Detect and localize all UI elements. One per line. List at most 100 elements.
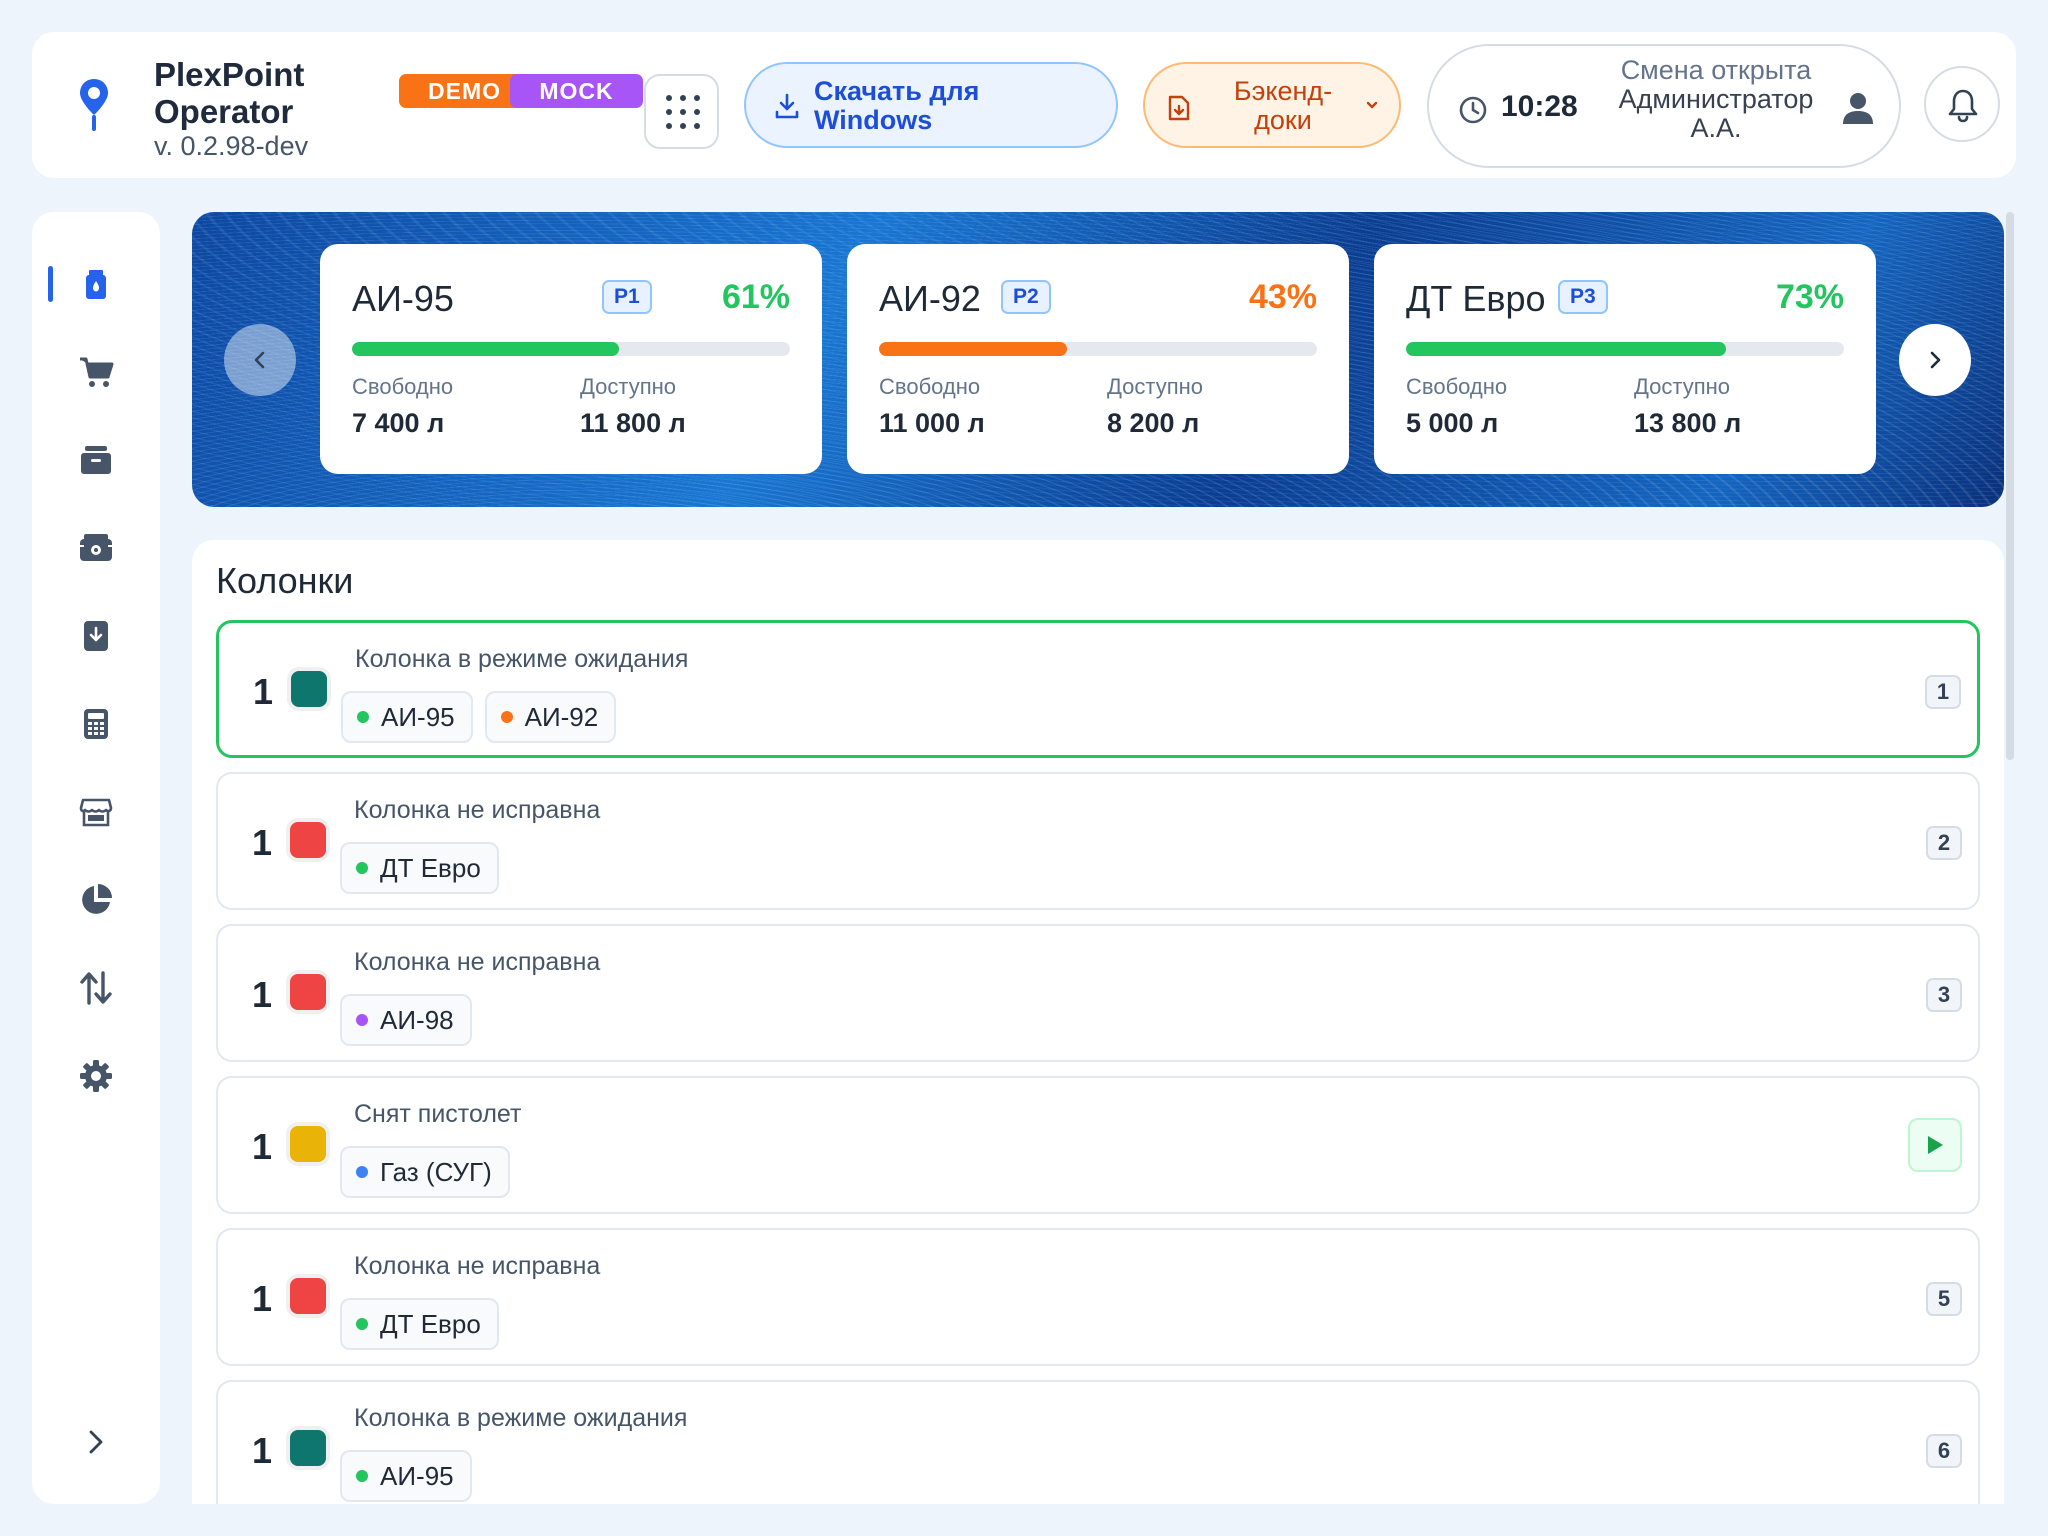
download-windows-button[interactable]: Скачать для Windows — [744, 62, 1118, 148]
sidebar-item-transfers[interactable] — [72, 964, 120, 1012]
tank-level-fill — [352, 342, 620, 356]
pump-row[interactable]: 1 Снят пистолет Газ (СУГ) — [216, 1076, 1980, 1214]
pump-number: 1 — [252, 822, 273, 863]
pump-id-badge: 2 — [1926, 826, 1962, 860]
available-value: 11 800 л — [580, 408, 686, 438]
sidebar-item-cash[interactable] — [72, 524, 120, 572]
pump-id-badge: 6 — [1926, 1434, 1962, 1468]
sidebar-item-archive[interactable] — [72, 436, 120, 484]
pump-status-indicator — [290, 1278, 326, 1314]
shift-status: Смена открыта — [1620, 55, 1812, 85]
tank-card[interactable]: АИ-92 Р2 43% Свободно Доступно 11 000 л … — [847, 244, 1349, 474]
fuel-dot — [357, 711, 369, 723]
tank-code-badge: Р3 — [1558, 280, 1608, 314]
cart-icon — [80, 357, 114, 387]
carousel-next-button[interactable] — [1899, 324, 1971, 396]
fuel-chip-label: АИ-95 — [380, 1460, 454, 1491]
fuel-chip[interactable]: Газ (СУГ) — [340, 1146, 510, 1198]
chevron-down-icon — [1366, 101, 1378, 109]
sidebar-item-calculator[interactable] — [72, 700, 120, 748]
pump-row[interactable]: 1 Колонка в режиме ожидания АИ-95 6 — [216, 1380, 1980, 1504]
tank-card[interactable]: АИ-95 Р1 61% Свободно Доступно 7 400 л 1… — [320, 244, 822, 474]
fuel-chips: АИ-98 — [340, 994, 472, 1046]
tank-percent: 73% — [1775, 278, 1844, 316]
sidebar — [32, 212, 160, 1504]
tank-level-bar — [352, 342, 790, 356]
fuel-icon — [86, 270, 106, 299]
chevron-right-icon[interactable] — [76, 1422, 116, 1462]
sidebar-item-fuel[interactable] — [72, 260, 120, 308]
fuel-dot — [356, 1166, 368, 1178]
sidebar-item-receipts[interactable] — [72, 612, 120, 660]
pump-id-badge: 5 — [1926, 1282, 1962, 1316]
fuel-chip-label: АИ-92 — [524, 701, 599, 732]
brand: PlexPoint Operator v. 0.2.98-dev — [154, 56, 308, 162]
free-label: Свободно — [1406, 374, 1508, 399]
backend-docs-button[interactable]: Бэкенд-доки — [1143, 62, 1401, 148]
tank-fuel-name: АИ-92 — [879, 278, 981, 319]
pump-number: 1 — [252, 1126, 273, 1167]
chevron-right-icon — [1930, 351, 1941, 369]
archive-icon — [81, 446, 111, 474]
fuel-chip[interactable]: АИ-95 — [341, 691, 473, 743]
tank-code-badge: Р1 — [602, 280, 652, 314]
pump-status-indicator — [291, 671, 327, 707]
bell-icon — [1948, 89, 1978, 123]
tank-percent: 43% — [1248, 278, 1317, 316]
notifications-button[interactable] — [1924, 66, 2000, 142]
location-pin-icon — [80, 79, 108, 131]
start-fueling-button[interactable] — [1908, 1118, 1962, 1172]
user-icon — [1843, 93, 1873, 124]
pump-row[interactable]: 1 Колонка в режиме ожидания АИ-95 АИ-92 1 — [216, 620, 1980, 758]
fuel-dot — [356, 1318, 368, 1330]
pump-status-indicator — [290, 974, 326, 1010]
cash-register-icon — [80, 534, 112, 561]
fuel-chip[interactable]: ДТ Евро — [340, 1298, 499, 1350]
pump-status-indicator — [290, 1430, 326, 1466]
page-scrollbar[interactable] — [2006, 212, 2014, 760]
fuel-chip[interactable]: АИ-92 — [484, 691, 617, 743]
pump-status-text: Снят пистолет — [354, 1100, 522, 1128]
pump-status-text: Колонка не исправна — [354, 1252, 601, 1280]
fuel-chips: АИ-95 АИ-92 — [341, 691, 617, 743]
user-name: Администратор А.А. — [1618, 84, 1814, 143]
chevron-left-icon — [254, 351, 265, 369]
grid-dots-icon — [666, 95, 700, 129]
apps-grid-button[interactable] — [644, 74, 719, 149]
app-name: PlexPoint Operator — [154, 56, 305, 130]
pump-row[interactable]: 1 Колонка не исправна ДТ Евро 5 — [216, 1228, 1980, 1366]
tank-level-fill — [1406, 342, 1726, 356]
sidebar-item-sales[interactable] — [72, 348, 120, 396]
pumps-panel: Колонки 1 Колонка в режиме ожидания АИ-95 А… — [192, 540, 2004, 1504]
pump-number: 1 — [252, 974, 273, 1015]
calculator-icon — [84, 709, 108, 739]
shift-info-panel[interactable]: 10:28 Смена открыта Администратор А.А. — [1427, 44, 1901, 168]
fuel-chips: ДТ Евро — [340, 1298, 499, 1350]
pump-row[interactable]: 1 Колонка не исправна ДТ Евро 2 — [216, 772, 1980, 910]
transfer-icon — [80, 971, 112, 1005]
download-doc-icon — [84, 621, 108, 651]
available-value: 8 200 л — [1107, 408, 1200, 438]
pump-number: 1 — [253, 671, 274, 712]
sidebar-item-settings[interactable] — [72, 1052, 120, 1100]
carousel-prev-button[interactable] — [224, 324, 296, 396]
fuel-chip[interactable]: АИ-98 — [340, 994, 472, 1046]
file-download-icon — [1168, 95, 1190, 121]
pump-number: 1 — [252, 1430, 273, 1471]
pump-status-text: Колонка в режиме ожидания — [354, 1404, 688, 1432]
tank-fuel-name: ДТ Евро — [1406, 278, 1546, 319]
sidebar-item-store[interactable] — [72, 788, 120, 836]
fuel-dot — [356, 1470, 368, 1482]
sidebar-item-reports[interactable] — [72, 876, 120, 924]
available-value: 13 800 л — [1634, 408, 1742, 438]
pie-chart-icon — [82, 884, 112, 914]
download-icon — [775, 93, 799, 119]
pump-id-badge: 3 — [1926, 978, 1962, 1012]
pump-number: 1 — [252, 1278, 273, 1319]
tank-card[interactable]: ДТ Евро Р3 73% Свободно Доступно 5 000 л… — [1374, 244, 1876, 474]
pump-row[interactable]: 1 Колонка не исправна АИ-98 3 — [216, 924, 1980, 1062]
fuel-chip[interactable]: АИ-95 — [340, 1450, 472, 1502]
fuel-chip[interactable]: ДТ Евро — [340, 842, 499, 894]
free-value: 5 000 л — [1406, 408, 1499, 438]
app-version: v. 0.2.98-dev — [154, 131, 309, 161]
